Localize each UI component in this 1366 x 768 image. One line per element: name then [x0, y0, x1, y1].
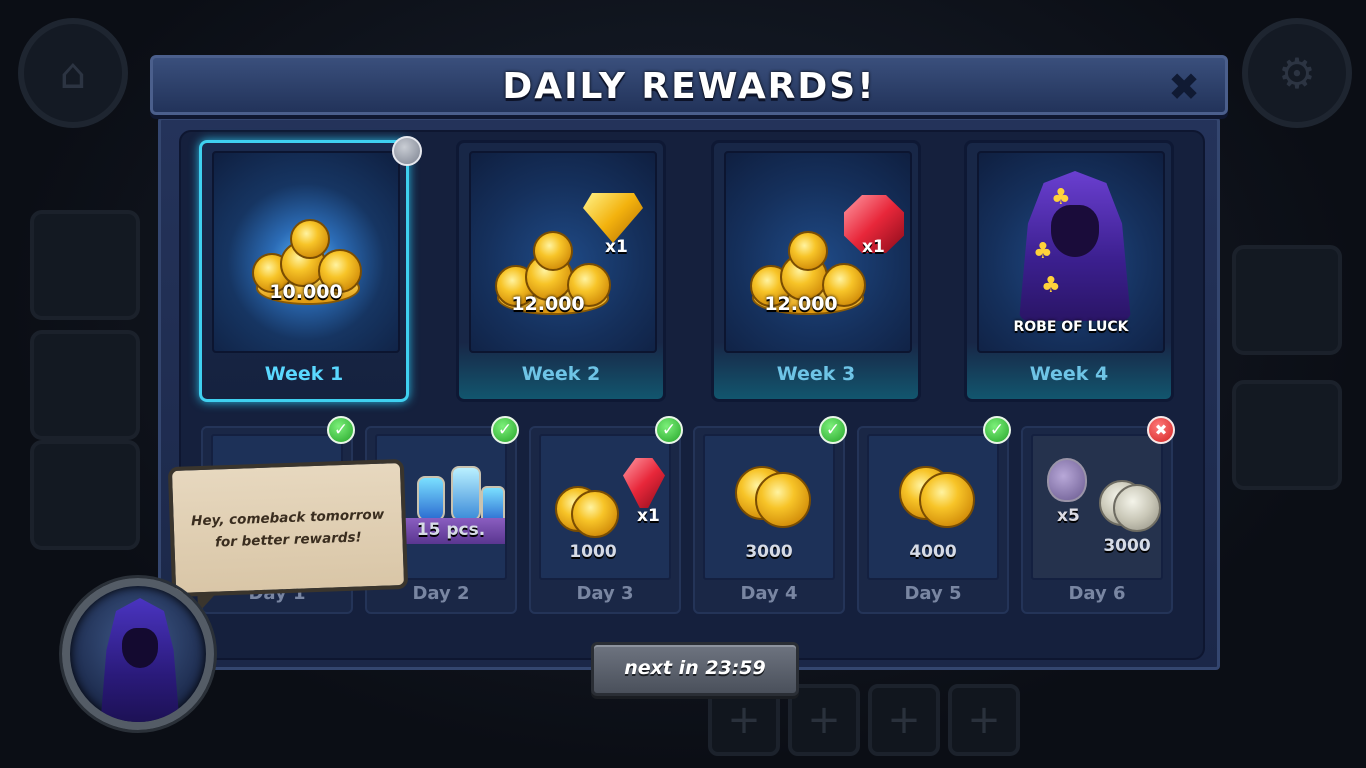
day-reward-amount: 15 pcs.: [416, 520, 486, 540]
day-label: Day 6: [1068, 583, 1126, 604]
day-card-4[interactable]: 3000 ✓ Day 4: [693, 416, 847, 614]
claimed-check-icon: ✓: [655, 416, 683, 444]
speech-text: Hey, comeback tomorrow for better reward…: [190, 506, 385, 551]
day-card-6[interactable]: x5 3000 ✖ Day 6: [1021, 416, 1175, 614]
close-icon[interactable]: ✖: [1165, 68, 1203, 106]
week-card-4[interactable]: ♣ ♣ ♣ ROBE OF LUCK Week 4: [964, 140, 1174, 402]
claimed-check-icon: ✓: [491, 416, 519, 444]
gold-pile-icon: 10.000: [212, 151, 400, 353]
day-reward-amount: 1000: [569, 542, 617, 562]
bg-item-slot: [30, 440, 140, 550]
week-label: Week 3: [776, 363, 856, 385]
day-reward-amount: 3000: [1103, 536, 1151, 556]
modal-title: DAILY REWARDS!: [502, 66, 876, 107]
week-label: Week 4: [1029, 363, 1109, 385]
red-gem-icon: [623, 458, 665, 508]
gold-pile-icon: x1 12.000: [724, 151, 912, 353]
day-reward-amount: 4000: [909, 542, 957, 562]
bonus-quantity: x5: [1057, 506, 1080, 526]
bonus-quantity: x1: [862, 237, 885, 257]
day-reward-amount: 3000: [745, 542, 793, 562]
bonus-quantity: x1: [605, 237, 628, 257]
yellow-gem-icon: [583, 193, 643, 243]
day-label: Day 3: [576, 583, 634, 604]
bg-plus-slot: +: [788, 684, 860, 756]
week-card-2[interactable]: x1 12.000 Week 2: [456, 140, 666, 402]
bg-plus-slot: +: [948, 684, 1020, 756]
wizard-avatar: [62, 578, 214, 730]
day-card-3[interactable]: x1 1000 ✓ Day 3: [529, 416, 683, 614]
home-icon: ⌂: [18, 18, 128, 128]
week-reward-amount: 12.000: [511, 293, 585, 315]
potion-icon: [1047, 458, 1087, 502]
bonus-quantity: x1: [637, 506, 660, 526]
modal-header: DAILY REWARDS! ✖: [150, 55, 1228, 115]
next-reward-button[interactable]: next in 23:59: [591, 642, 799, 696]
week-reward-amount: 10.000: [269, 281, 343, 303]
bg-plus-slot: +: [868, 684, 940, 756]
claimed-check-icon: ✓: [327, 416, 355, 444]
bg-item-slot: [30, 210, 140, 320]
day-label: Day 4: [740, 583, 798, 604]
next-reward-timer: next in 23:59: [624, 657, 766, 679]
claimed-check-icon: ✓: [983, 416, 1011, 444]
week-reward-amount: 12.000: [764, 293, 838, 315]
bg-item-slot: [1232, 245, 1342, 355]
gold-coins-icon: 4000: [867, 434, 999, 580]
robe-icon: ♣ ♣ ♣ ROBE OF LUCK: [977, 151, 1165, 353]
day-card-5[interactable]: 4000 ✓ Day 5: [857, 416, 1011, 614]
week-label: Week 2: [521, 363, 601, 385]
settings-icon: ⚙: [1242, 18, 1352, 128]
bg-item-slot: [30, 330, 140, 440]
week-card-3[interactable]: x1 12.000 Week 3: [711, 140, 921, 402]
day-label: Day 5: [904, 583, 962, 604]
selection-dot-icon: [392, 136, 422, 166]
bg-item-slot: [1232, 380, 1342, 490]
speech-bubble: Hey, comeback tomorrow for better reward…: [167, 458, 409, 598]
missed-cross-icon: ✖: [1147, 416, 1175, 444]
claimed-check-icon: ✓: [819, 416, 847, 444]
gold-coins-icon: 3000: [703, 434, 835, 580]
day-reward-image: x5 3000: [1031, 434, 1163, 580]
week-label: Week 1: [264, 363, 344, 385]
week-card-1[interactable]: 10.000 Week 1: [199, 140, 409, 402]
gold-coins-icon: x1 1000: [539, 434, 671, 580]
gold-pile-icon: x1 12.000: [469, 151, 657, 353]
week-reward-name: ROBE OF LUCK: [1013, 319, 1129, 335]
